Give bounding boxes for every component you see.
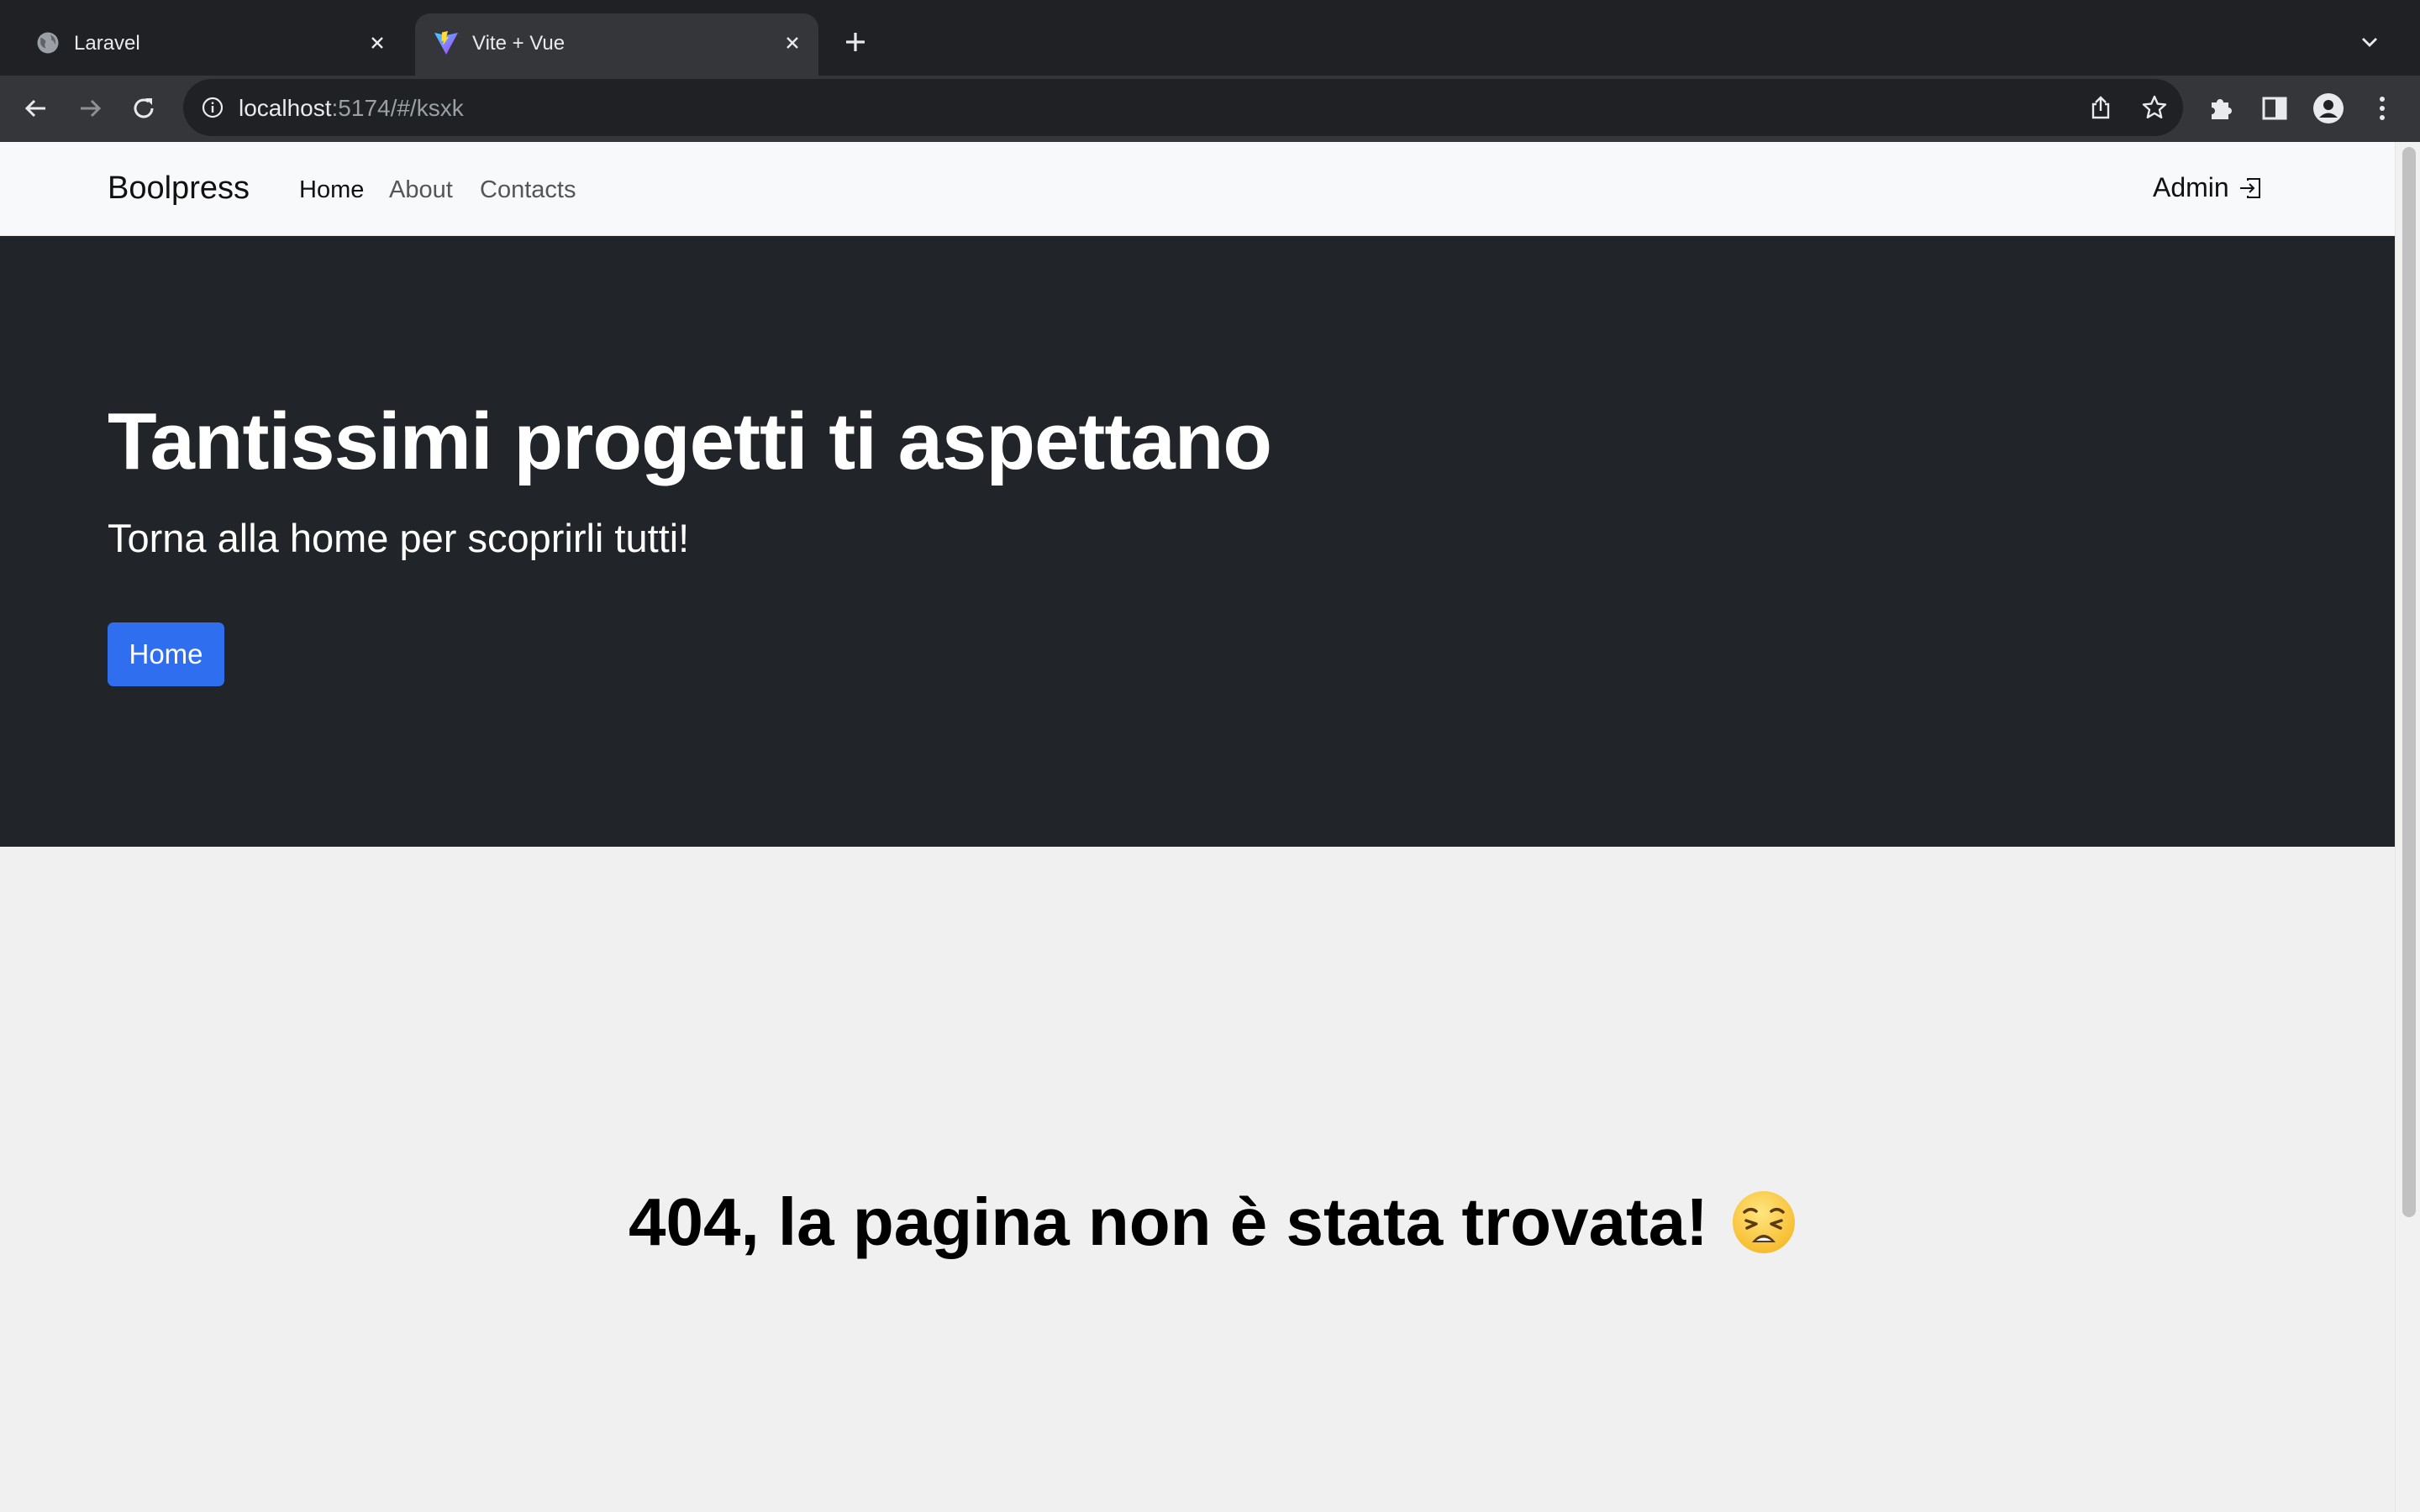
browser-chrome: Laravel Vite + Vue localhost:5174/#/ksxk <box>0 0 2420 142</box>
not-found-message: 404, la pagina non è stata trovata! <box>629 1184 1797 1261</box>
close-icon[interactable] <box>363 29 392 57</box>
navbar-brand[interactable]: Boolpress <box>108 171 250 207</box>
nav-link-contacts[interactable]: Contacts <box>480 176 576 204</box>
more-menu-icon[interactable] <box>2363 89 2402 128</box>
page-viewport: Boolpress Home About Contacts Admin Tant… <box>0 142 2420 1512</box>
tab-title: Laravel <box>74 32 140 55</box>
forward-arrow-icon[interactable] <box>71 89 109 128</box>
nav-link-home[interactable]: Home <box>299 176 364 204</box>
login-icon <box>2236 174 2265 202</box>
not-found-text: 404, la pagina non è stata trovata! <box>629 1184 1708 1259</box>
star-icon[interactable] <box>2138 91 2171 124</box>
chevron-down-icon[interactable] <box>2353 25 2386 59</box>
share-icon[interactable] <box>2084 91 2118 124</box>
globe-icon <box>34 29 62 57</box>
profile-avatar-icon[interactable] <box>2309 89 2348 128</box>
side-panel-icon[interactable] <box>2255 89 2294 128</box>
scrollbar[interactable] <box>2395 142 2420 1512</box>
new-tab-icon[interactable] <box>839 25 872 59</box>
url-host: localhost <box>239 95 332 121</box>
tab-strip: Laravel Vite + Vue <box>0 0 2420 76</box>
hero-section: Tantissimi progetti ti aspettano Torna a… <box>0 236 2395 847</box>
weary-face-icon <box>1732 1191 1795 1253</box>
hero-title: Tantissimi progetti ti aspettano <box>108 396 1272 486</box>
vite-logo-icon <box>432 29 460 57</box>
tab-title: Vite + Vue <box>472 32 566 55</box>
back-arrow-icon[interactable] <box>17 89 55 128</box>
site-navbar: Boolpress Home About Contacts Admin <box>0 142 2395 236</box>
tab-vite-vue[interactable]: Vite + Vue <box>415 13 818 76</box>
close-icon[interactable] <box>778 29 807 57</box>
nav-link-about[interactable]: About <box>389 176 453 204</box>
admin-label: Admin <box>2153 172 2229 202</box>
admin-link[interactable]: Admin <box>2153 172 2265 203</box>
home-button[interactable]: Home <box>108 622 224 686</box>
tab-laravel[interactable]: Laravel <box>17 13 403 76</box>
reload-icon[interactable] <box>124 89 163 128</box>
info-icon[interactable] <box>198 93 227 122</box>
url-path: :5174/#/ksxk <box>331 95 464 121</box>
browser-toolbar: localhost:5174/#/ksxk <box>0 76 2420 142</box>
url-text[interactable]: localhost:5174/#/ksxk <box>239 95 464 122</box>
scrollbar-thumb[interactable] <box>2402 147 2416 1217</box>
address-bar[interactable]: localhost:5174/#/ksxk <box>183 79 2183 136</box>
hero-subtitle: Torna alla home per scoprirli tutti! <box>108 516 690 560</box>
puzzle-extensions-icon[interactable] <box>2202 89 2240 128</box>
